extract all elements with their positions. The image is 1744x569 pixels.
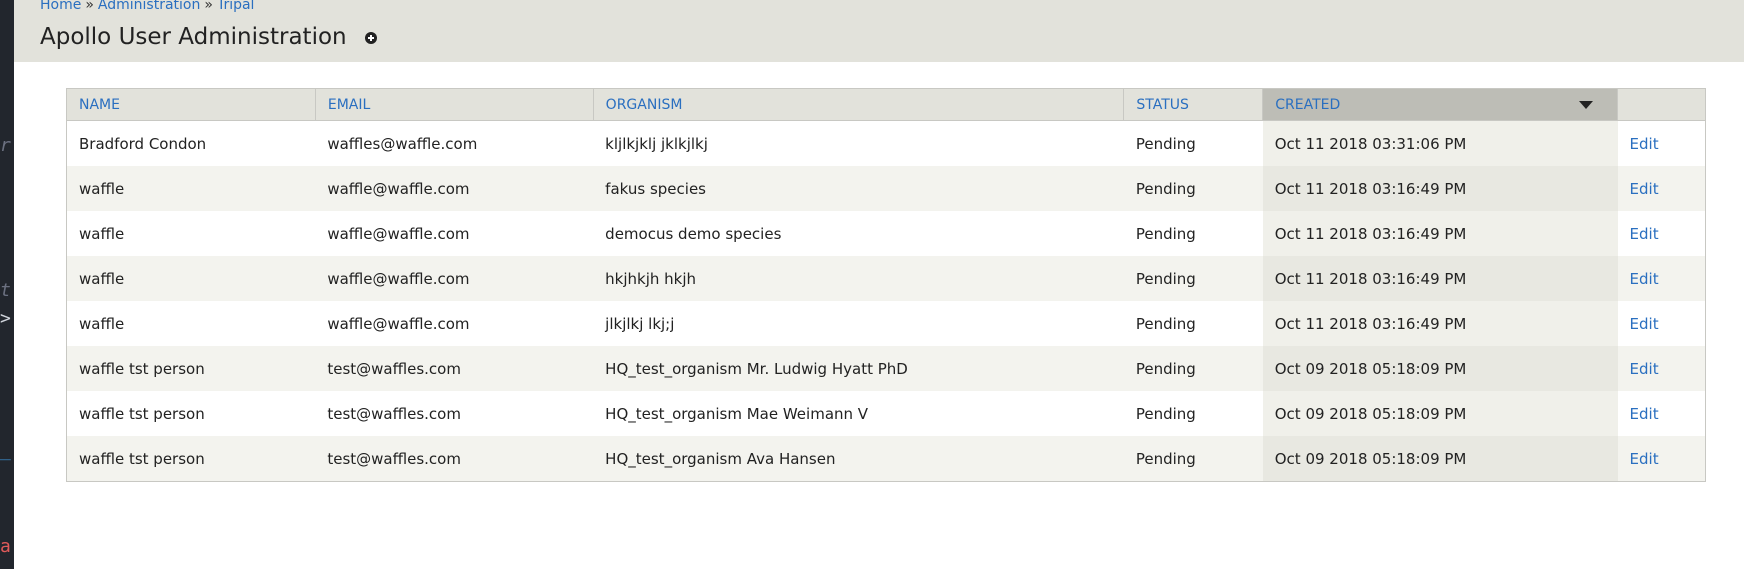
sort-link-status[interactable]: STATUS xyxy=(1136,97,1189,113)
cell-created: Oct 09 2018 05:18:09 PM xyxy=(1262,391,1618,436)
edit-link[interactable]: Edit xyxy=(1630,225,1659,243)
cell-email: test@waffles.com xyxy=(315,391,594,436)
cell-name: waffle tst person xyxy=(66,436,316,482)
cell-operations: Edit xyxy=(1617,166,1706,211)
cell-name: waffle xyxy=(66,166,316,211)
cell-created: Oct 11 2018 03:16:49 PM xyxy=(1262,166,1618,211)
cell-email: waffle@waffle.com xyxy=(315,211,594,256)
cell-status: Pending xyxy=(1123,256,1263,301)
column-header-status[interactable]: STATUS xyxy=(1123,88,1264,121)
table-row: waffle tst person test@waffles.com HQ_test… xyxy=(66,391,1706,436)
cell-status: Pending xyxy=(1123,211,1263,256)
cell-status: Pending xyxy=(1123,120,1263,166)
cell-operations: Edit xyxy=(1617,391,1706,436)
cell-status: Pending xyxy=(1123,166,1263,211)
cell-created: Oct 09 2018 05:18:09 PM xyxy=(1262,346,1618,391)
editor-glyph: t xyxy=(0,280,11,301)
cell-organism: hkjhkjh hkjh xyxy=(593,256,1124,301)
cell-operations: Edit xyxy=(1617,346,1706,391)
table-row: Bradford Condon waffles@waffle.com kljlkjk… xyxy=(66,120,1706,166)
breadcrumb-separator: » xyxy=(204,0,213,13)
cell-name: waffle tst person xyxy=(66,391,316,436)
cell-organism: kljlkjklj jklkjlkj xyxy=(593,120,1124,166)
cell-name: waffle xyxy=(66,211,316,256)
column-header-email[interactable]: EMAIL xyxy=(315,88,594,121)
editor-glyph: a xyxy=(0,536,11,557)
cell-status: Pending xyxy=(1123,436,1263,482)
cell-status: Pending xyxy=(1123,391,1263,436)
sort-link-name[interactable]: NAME xyxy=(79,97,120,113)
sort-link-email[interactable]: EMAIL xyxy=(328,97,370,113)
cell-organism: HQ_test_organism Mr. Ludwig Hyatt PhD xyxy=(593,346,1124,391)
table-header-row: NAME EMAIL ORGANISM STATUS CREATED xyxy=(66,88,1706,121)
cell-email: test@waffles.com xyxy=(315,346,594,391)
editor-glyph: > xyxy=(0,308,11,329)
cell-email: waffle@waffle.com xyxy=(315,256,594,301)
users-table: NAME EMAIL ORGANISM STATUS CREATED Bradf… xyxy=(66,88,1706,482)
add-circle-icon[interactable] xyxy=(364,32,377,44)
table-row: waffle tst person test@waffles.com HQ_test… xyxy=(66,346,1706,391)
column-header-created[interactable]: CREATED xyxy=(1262,88,1619,121)
edit-link[interactable]: Edit xyxy=(1630,315,1659,333)
cell-status: Pending xyxy=(1123,301,1263,346)
cell-name: Bradford Condon xyxy=(66,120,316,166)
table-row: waffle waffle@waffle.com fakus species Pend… xyxy=(66,166,1706,211)
cell-operations: Edit xyxy=(1617,120,1706,166)
cell-email: waffles@waffle.com xyxy=(315,120,594,166)
cell-organism: HQ_test_organism Mae Weimann V xyxy=(593,391,1124,436)
edit-link[interactable]: Edit xyxy=(1630,180,1659,198)
cell-name: waffle xyxy=(66,301,316,346)
background-editor-strip: r t > _ a xyxy=(0,0,14,569)
cell-operations: Edit xyxy=(1617,301,1706,346)
cell-email: waffle@waffle.com xyxy=(315,301,594,346)
cell-email: waffle@waffle.com xyxy=(315,166,594,211)
cell-created: Oct 11 2018 03:31:06 PM xyxy=(1262,120,1618,166)
breadcrumb-link-home[interactable]: Home xyxy=(40,0,81,13)
table-row: waffle waffle@waffle.com hkjhkjh hkjh Pendi… xyxy=(66,256,1706,301)
breadcrumb-link-tripal[interactable]: Tripal xyxy=(217,0,255,13)
editor-glyph: r xyxy=(0,135,11,156)
table-row: waffle waffle@waffle.com democus demo spec… xyxy=(66,211,1706,256)
table-row: waffle waffle@waffle.com jlkjlkj lkj;j Pend… xyxy=(66,301,1706,346)
breadcrumb-link-administration[interactable]: Administration xyxy=(98,0,200,13)
cell-created: Oct 09 2018 05:18:09 PM xyxy=(1262,436,1618,482)
edit-link[interactable]: Edit xyxy=(1630,360,1659,378)
edit-link[interactable]: Edit xyxy=(1630,135,1659,153)
breadcrumb: Home » Administration » Tripal xyxy=(40,0,254,13)
edit-link[interactable]: Edit xyxy=(1630,405,1659,423)
breadcrumb-separator: » xyxy=(85,0,94,13)
cell-name: waffle tst person xyxy=(66,346,316,391)
cell-name: waffle xyxy=(66,256,316,301)
cell-created: Oct 11 2018 03:16:49 PM xyxy=(1262,256,1618,301)
cell-status: Pending xyxy=(1123,346,1263,391)
cell-organism: fakus species xyxy=(593,166,1124,211)
page-title: Apollo User Administration xyxy=(40,24,347,50)
page-header: Home » Administration » Tripal Apollo User A… xyxy=(14,0,1744,62)
admin-page: Home » Administration » Tripal Apollo User A… xyxy=(14,0,1744,569)
sort-link-created[interactable]: CREATED xyxy=(1275,97,1340,113)
page-title-container: Apollo User Administration xyxy=(40,24,377,50)
cell-created: Oct 11 2018 03:16:49 PM xyxy=(1262,301,1618,346)
cell-operations: Edit xyxy=(1617,436,1706,482)
column-header-name[interactable]: NAME xyxy=(66,88,316,121)
column-header-organism[interactable]: ORGANISM xyxy=(593,88,1125,121)
cell-organism: jlkjlkj lkj;j xyxy=(593,301,1124,346)
cell-operations: Edit xyxy=(1617,211,1706,256)
cell-organism: HQ_test_organism Ava Hansen xyxy=(593,436,1124,482)
table-row: waffle tst person test@waffles.com HQ_test… xyxy=(66,436,1706,482)
sort-desc-icon[interactable] xyxy=(1579,101,1594,109)
cell-organism: democus demo species xyxy=(593,211,1124,256)
edit-link[interactable]: Edit xyxy=(1630,450,1659,468)
cell-created: Oct 11 2018 03:16:49 PM xyxy=(1262,211,1618,256)
sort-link-organism[interactable]: ORGANISM xyxy=(606,97,683,113)
cell-email: test@waffles.com xyxy=(315,436,594,482)
cell-operations: Edit xyxy=(1617,256,1706,301)
editor-glyph: _ xyxy=(0,440,11,461)
edit-link[interactable]: Edit xyxy=(1630,270,1659,288)
column-header-operations xyxy=(1617,88,1706,121)
